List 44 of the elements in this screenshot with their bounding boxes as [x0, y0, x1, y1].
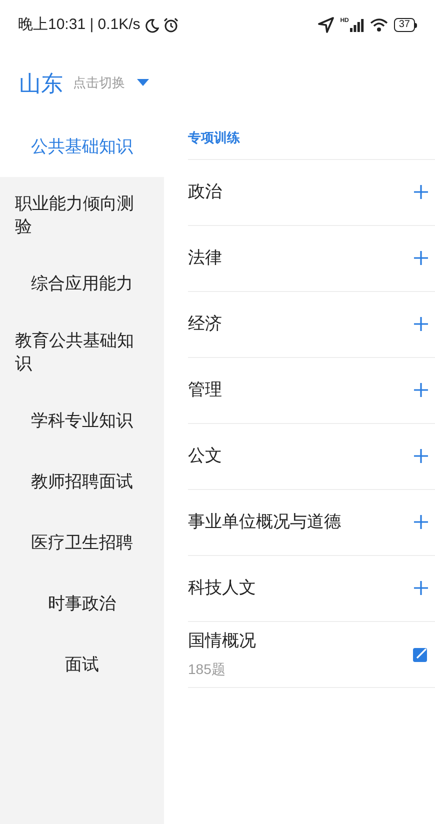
sidebar-item[interactable]: 医疗卫生招聘	[0, 512, 164, 573]
sidebar-item[interactable]: 教育公共基础知识	[0, 314, 164, 390]
alarm-clock-icon	[163, 17, 180, 33]
wifi-icon	[370, 18, 388, 32]
sidebar-item[interactable]: 时事政治	[0, 573, 164, 634]
plus-icon	[413, 184, 429, 200]
add-button[interactable]	[413, 382, 429, 398]
region-selector[interactable]: 山东 点击切换	[19, 66, 149, 100]
add-button[interactable]	[413, 184, 429, 200]
edit-icon	[413, 646, 429, 662]
location-arrow-icon	[318, 17, 334, 33]
moon-icon	[144, 18, 160, 32]
add-button[interactable]	[413, 250, 429, 266]
topic-name: 科技人文	[188, 577, 256, 600]
status-time: 晚上10:31 | 0.1K/s	[18, 14, 140, 35]
plus-icon	[413, 316, 429, 332]
topic-name: 事业单位概况与道德	[188, 511, 341, 534]
sidebar-item[interactable]: 面试	[0, 634, 164, 695]
plus-icon	[413, 250, 429, 266]
sidebar-item[interactable]: 学科专业知识	[0, 390, 164, 451]
topic-name: 国情概况	[188, 630, 256, 652]
topic-name: 公文	[188, 445, 222, 468]
signal-icon	[350, 19, 364, 32]
topic-name: 管理	[188, 379, 222, 402]
battery-indicator: 37	[394, 18, 417, 32]
sidebar-item[interactable]: 教师招聘面试	[0, 451, 164, 512]
plus-icon	[413, 448, 429, 464]
add-button[interactable]	[413, 448, 429, 464]
plus-icon	[413, 514, 429, 530]
question-count: 185题	[188, 660, 226, 680]
plus-icon	[413, 580, 429, 596]
plus-icon	[413, 382, 429, 398]
add-button[interactable]	[413, 316, 429, 332]
sidebar-item[interactable]: 职业能力倾向测验	[0, 177, 164, 253]
add-button[interactable]	[413, 514, 429, 530]
add-button[interactable]	[413, 580, 429, 596]
edit-button[interactable]	[413, 646, 429, 662]
topic-name: 经济	[188, 313, 222, 336]
topic-name: 法律	[188, 247, 222, 270]
sidebar-item[interactable]: 公共基础知识	[0, 116, 164, 177]
sidebar-item[interactable]: 综合应用能力	[0, 253, 164, 314]
dropdown-caret-icon	[137, 79, 149, 87]
section-title: 专项训练	[188, 129, 241, 147]
topic-name: 政治	[188, 181, 222, 204]
